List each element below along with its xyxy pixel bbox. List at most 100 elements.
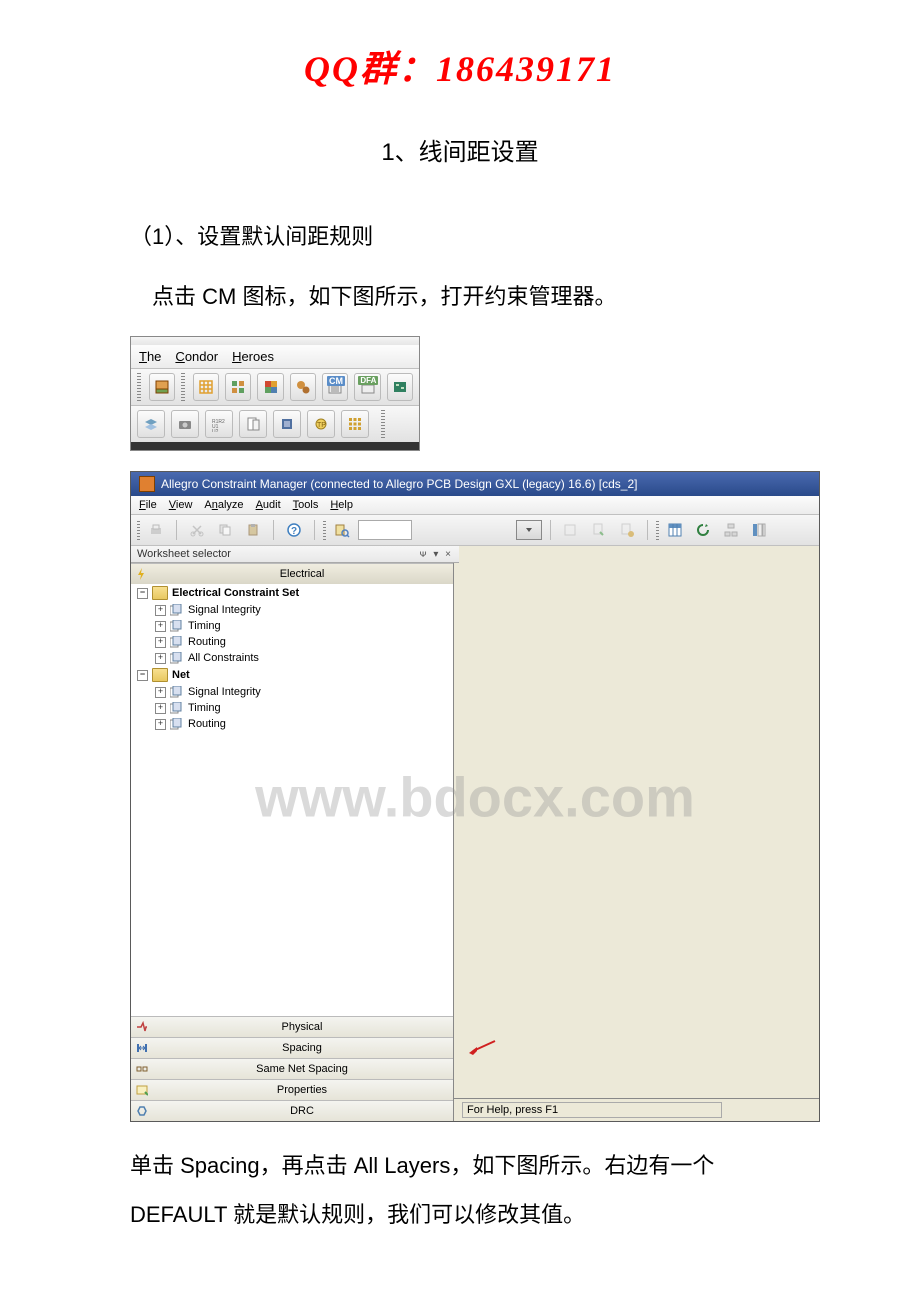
page-icon[interactable] — [239, 410, 267, 438]
cm-menubar: File View Analyze Audit Tools Help — [131, 496, 819, 515]
toolbar-icon-1[interactable] — [149, 373, 175, 401]
col-icon[interactable] — [747, 518, 771, 542]
sheets-icon — [170, 718, 184, 730]
expand-icon[interactable]: + — [155, 703, 166, 714]
expand-icon[interactable]: + — [155, 719, 166, 730]
cm-menu-audit[interactable]: Audit — [256, 499, 281, 511]
svg-text:?: ? — [291, 526, 297, 537]
cm-title-text: Allegro Constraint Manager (connected to… — [161, 477, 637, 491]
physical-icon — [135, 1020, 149, 1034]
cm-menu-file[interactable]: File — [139, 499, 157, 511]
testpoint-icon[interactable]: TP — [307, 410, 335, 438]
tree-allc[interactable]: + All Constraints — [131, 650, 453, 666]
cm-icon[interactable]: CM — [322, 373, 348, 401]
qq-header: QQ群：186439171 — [130, 40, 790, 92]
cm-iconbar: ? — [131, 515, 819, 546]
cm-menu-view[interactable]: View — [169, 499, 193, 511]
paste-icon[interactable] — [241, 518, 265, 542]
tree-ecs-label: Electrical Constraint Set — [172, 587, 299, 599]
board-icon[interactable] — [387, 373, 413, 401]
ws-controls[interactable]: ᴪ ▾ × — [419, 549, 453, 560]
copy-icon[interactable] — [213, 518, 237, 542]
expand-icon[interactable]: + — [155, 605, 166, 616]
tab-electrical-label: Electrical — [155, 568, 449, 580]
grid-icon[interactable] — [193, 373, 219, 401]
tree-routing-label: Routing — [188, 636, 226, 648]
expand-icon[interactable]: + — [155, 621, 166, 632]
tree-routing2-label: Routing — [188, 718, 226, 730]
dfa-icon[interactable]: DFA — [354, 373, 380, 401]
layer-icon[interactable] — [137, 410, 165, 438]
cm-menu-help[interactable]: Help — [330, 499, 353, 511]
find-icon[interactable] — [330, 518, 354, 542]
filter-icon-1[interactable] — [559, 518, 583, 542]
expand-icon[interactable]: + — [155, 637, 166, 648]
components-icon[interactable] — [225, 373, 251, 401]
tree-timing-1[interactable]: + Timing — [131, 618, 453, 634]
subsection-1-title: （1）、设置默认间距规则 — [130, 217, 790, 257]
collapse-icon[interactable]: − — [137, 588, 148, 599]
menu-condor[interactable]: Condor — [175, 349, 218, 364]
tab-drc[interactable]: DRC — [131, 1100, 453, 1121]
constraint-manager-window: Allegro Constraint Manager (connected to… — [130, 471, 820, 1122]
tree-net-label: Net — [172, 669, 190, 681]
refs-icon[interactable]: R1R2U1U2 — [205, 410, 233, 438]
folder-open-icon — [152, 586, 168, 600]
sheets-icon — [170, 652, 184, 664]
tab-properties-label: Properties — [155, 1084, 449, 1096]
chip-icon[interactable] — [273, 410, 301, 438]
tab-properties[interactable]: Properties — [131, 1079, 453, 1100]
collapse-icon[interactable]: − — [137, 670, 148, 681]
tab-samenet[interactable]: Same Net Spacing — [131, 1058, 453, 1079]
search-input[interactable] — [358, 520, 412, 540]
filter-icon-3[interactable] — [615, 518, 639, 542]
tab-electrical[interactable]: Electrical — [131, 563, 453, 584]
tree-si2-label: Signal Integrity — [188, 686, 261, 698]
tree-si-2[interactable]: + Signal Integrity — [131, 684, 453, 700]
cut-icon[interactable] — [185, 518, 209, 542]
sheets-icon — [170, 604, 184, 616]
tree-area: − Electrical Constraint Set + Signal Int… — [131, 584, 453, 1016]
print-icon[interactable] — [144, 518, 168, 542]
worksheet-selector-header: Worksheet selector ᴪ ▾ × — [131, 546, 459, 563]
menu-heroes[interactable]: Heroes — [232, 349, 274, 364]
table-icon[interactable] — [663, 518, 687, 542]
array-icon[interactable] — [341, 410, 369, 438]
tree-si-1[interactable]: + Signal Integrity — [131, 602, 453, 618]
tree-si-label: Signal Integrity — [188, 604, 261, 616]
cm-app-icon — [139, 476, 155, 492]
app-toolbar-screenshot: The Condor Heroes CM DFA R1R2U — [130, 336, 420, 451]
tree-routing-1[interactable]: + Routing — [131, 634, 453, 650]
spacing-icon — [135, 1041, 149, 1055]
dropdown-button[interactable] — [516, 520, 542, 540]
expand-icon[interactable]: + — [155, 687, 166, 698]
tab-physical[interactable]: Physical — [131, 1016, 453, 1037]
puzzle-icon[interactable] — [257, 373, 283, 401]
lightning-icon — [135, 567, 149, 581]
tree-timing-2[interactable]: + Timing — [131, 700, 453, 716]
filter-icon-2[interactable] — [587, 518, 611, 542]
tree-net[interactable]: − Net — [131, 666, 453, 684]
folder-open-icon — [152, 668, 168, 682]
tree-ecs[interactable]: − Electrical Constraint Set — [131, 584, 453, 602]
menu-the[interactable]: The — [139, 349, 161, 364]
drc-icon — [135, 1104, 149, 1118]
gears-icon[interactable] — [290, 373, 316, 401]
section-title: 1、线间距设置 — [130, 132, 790, 167]
tree-timing-label: Timing — [188, 620, 221, 632]
samenet-icon — [135, 1062, 149, 1076]
tree-allc-label: All Constraints — [188, 652, 259, 664]
sheets-icon — [170, 636, 184, 648]
tree-routing-2[interactable]: + Routing — [131, 716, 453, 732]
cm-menu-tools[interactable]: Tools — [293, 499, 319, 511]
hier-icon[interactable] — [719, 518, 743, 542]
help-icon[interactable]: ? — [282, 518, 306, 542]
expand-icon[interactable]: + — [155, 653, 166, 664]
ws-label-text: Worksheet selector — [137, 548, 231, 560]
refresh-icon[interactable] — [691, 518, 715, 542]
red-arrow-annotation — [467, 1039, 497, 1059]
camera-icon[interactable] — [171, 410, 199, 438]
body-text-1: 点击 CM 图标，如下图所示，打开约束管理器。 — [130, 277, 790, 317]
tab-spacing[interactable]: Spacing — [131, 1037, 453, 1058]
cm-menu-analyze[interactable]: Analyze — [204, 499, 243, 511]
